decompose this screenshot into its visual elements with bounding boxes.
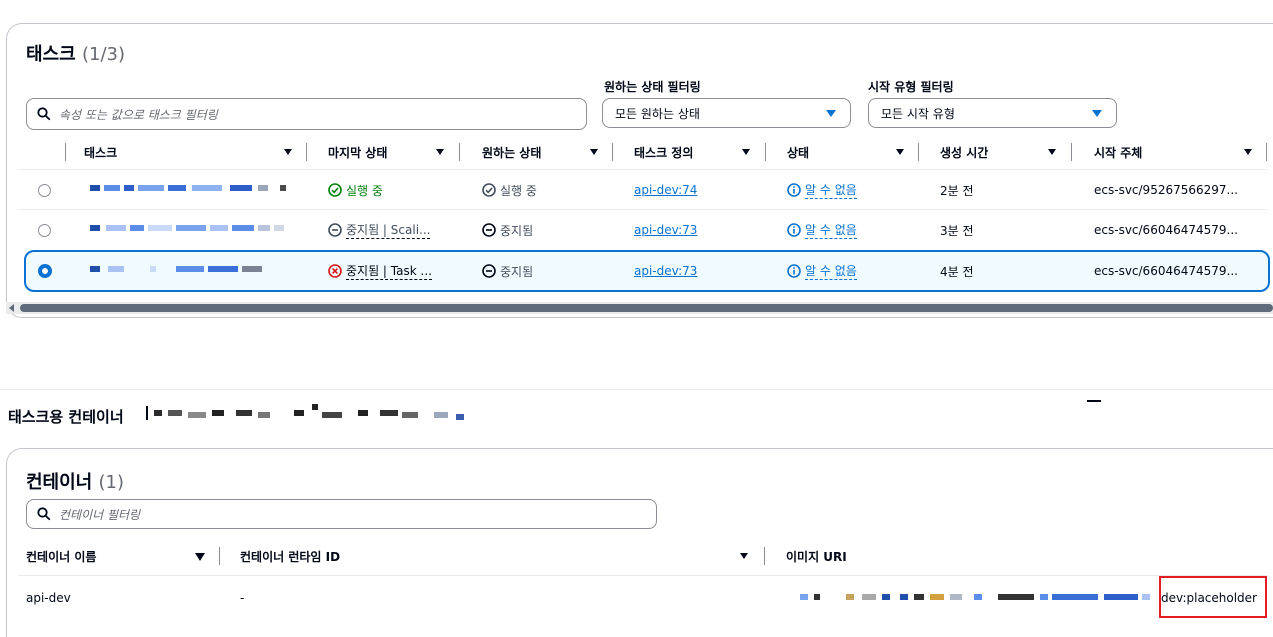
info-icon <box>787 264 801 278</box>
status-stopped-icon <box>482 264 496 278</box>
containers-title: 컨테이너 (1) <box>26 472 125 493</box>
row-radio[interactable] <box>38 184 51 197</box>
desired-status-filter-label: 원하는 상태 필터링 <box>604 80 701 94</box>
column-divider <box>1266 143 1267 161</box>
containers-section-heading: 태스크용 컨테이너 <box>8 408 124 426</box>
section-divider <box>0 389 1273 390</box>
info-icon <box>787 223 801 237</box>
table-row[interactable]: 중지됨 | Scali... 중지됨 api-dev:73 알 수 없음 3분 … <box>0 210 1273 250</box>
task-definition-link[interactable]: api-dev:73 <box>634 264 697 278</box>
sort-icon[interactable] <box>1244 149 1252 155</box>
scroll-left-arrow-icon[interactable] <box>9 304 14 312</box>
sort-icon[interactable] <box>590 149 598 155</box>
last-status[interactable]: 중지됨 | Scali... <box>328 210 431 250</box>
col-container-name[interactable]: 컨테이너 이름 <box>26 538 96 574</box>
sort-icon[interactable] <box>1048 149 1056 155</box>
created-time: 4분 전 <box>940 264 974 279</box>
column-divider <box>612 143 613 161</box>
health-status[interactable]: 알 수 없음 <box>787 251 857 291</box>
redacted-task-id <box>90 225 290 233</box>
info-icon <box>787 183 801 197</box>
tasks-title: 태스크 (1/3) <box>26 44 125 65</box>
col-task[interactable]: 태스크 <box>84 134 117 170</box>
col-health[interactable]: 상태 <box>787 134 809 170</box>
container-search-input[interactable]: 컨테이너 필터링 <box>26 499 657 529</box>
health-status[interactable]: 알 수 없음 <box>787 170 857 210</box>
task-definition-link[interactable]: api-dev:74 <box>634 183 697 197</box>
status-success-icon <box>328 183 342 197</box>
sort-icon[interactable] <box>436 149 444 155</box>
started-by: ecs-svc/66046474579... <box>1094 264 1238 278</box>
task-search-input[interactable]: 속성 또는 값으로 태스크 필터링 <box>26 98 587 130</box>
column-divider <box>306 143 307 161</box>
status-success-icon <box>482 183 496 197</box>
table-row[interactable]: api-dev - dev:placeholder <box>0 578 1273 618</box>
launch-type-select[interactable]: 모든 시작 유형 <box>868 98 1117 128</box>
column-divider <box>765 143 766 161</box>
search-placeholder: 컨테이너 필터링 <box>59 507 141 522</box>
redacted-image-uri <box>800 594 1160 602</box>
container-runtime-id: - <box>240 591 245 605</box>
col-last-status[interactable]: 마지막 상태 <box>328 134 387 170</box>
row-radio[interactable] <box>38 224 51 237</box>
launch-type-value: 모든 시작 유형 <box>881 106 955 121</box>
desired-status: 중지됨 <box>482 210 533 250</box>
redacted-task-id <box>90 266 290 274</box>
tasks-count: (1/3) <box>81 44 125 65</box>
last-status: 실행 중 <box>328 170 383 210</box>
minimize-icon[interactable] <box>1087 400 1101 402</box>
containers-count: (1) <box>98 472 125 493</box>
col-started-by[interactable]: 시작 주체 <box>1094 134 1142 170</box>
table-row[interactable]: 중지됨 | Task ... 중지됨 api-dev:73 알 수 없음 4분 … <box>0 251 1273 291</box>
column-divider <box>459 143 460 161</box>
search-icon <box>37 107 51 121</box>
row-radio-selected[interactable] <box>38 264 52 278</box>
sort-active-icon[interactable] <box>195 553 205 561</box>
created-time: 2분 전 <box>940 183 974 198</box>
col-task-definition[interactable]: 태스크 정의 <box>634 134 693 170</box>
col-desired-status[interactable]: 원하는 상태 <box>482 134 541 170</box>
table-row[interactable]: 실행 중 실행 중 api-dev:74 알 수 없음 2분 전 ecs-svc… <box>0 170 1273 210</box>
container-name: api-dev <box>26 591 71 605</box>
redacted-task-id <box>90 185 290 193</box>
sort-icon[interactable] <box>740 553 748 559</box>
status-error-icon <box>328 264 342 278</box>
desired-status-select[interactable]: 모든 원하는 상태 <box>602 98 851 128</box>
launch-type-filter-label: 시작 유형 필터링 <box>868 80 954 94</box>
column-divider <box>219 547 220 565</box>
container-table-header: 컨테이너 이름 컨테이너 런타임 ID 이미지 URI <box>0 538 1273 574</box>
task-definition-link[interactable]: api-dev:73 <box>634 223 697 237</box>
column-divider <box>764 547 765 565</box>
caret-down-icon <box>1092 110 1102 117</box>
highlight-annotation-box <box>1159 576 1267 618</box>
search-icon <box>37 507 51 521</box>
desired-status-value: 모든 원하는 상태 <box>615 106 700 121</box>
created-time: 3분 전 <box>940 223 974 238</box>
column-divider <box>918 143 919 161</box>
caret-down-icon <box>826 110 836 117</box>
started-by: ecs-svc/66046474579... <box>1094 223 1238 237</box>
redacted-task-id <box>146 404 476 422</box>
header-divider <box>18 575 1268 576</box>
status-stopped-icon <box>328 223 342 237</box>
health-status[interactable]: 알 수 없음 <box>787 210 857 250</box>
sort-icon[interactable] <box>742 149 750 155</box>
desired-status: 중지됨 <box>482 251 533 291</box>
sort-icon[interactable] <box>284 149 292 155</box>
sort-icon[interactable] <box>896 149 904 155</box>
desired-status: 실행 중 <box>482 170 537 210</box>
last-status[interactable]: 중지됨 | Task ... <box>328 251 432 291</box>
horizontal-scrollbar-thumb[interactable] <box>20 304 1273 312</box>
column-divider <box>1071 143 1072 161</box>
column-divider <box>65 143 66 161</box>
col-container-runtime-id[interactable]: 컨테이너 런타임 ID <box>240 538 340 574</box>
col-image-uri: 이미지 URI <box>786 549 847 564</box>
col-created[interactable]: 생성 시간 <box>940 134 988 170</box>
started-by: ecs-svc/95267566297... <box>1094 183 1238 197</box>
status-stopped-icon <box>482 223 496 237</box>
search-placeholder: 속성 또는 값으로 태스크 필터링 <box>59 107 218 122</box>
task-table-header: 태스크 마지막 상태 원하는 상태 태스크 정의 상태 생성 시간 시작 주체 <box>0 134 1273 170</box>
